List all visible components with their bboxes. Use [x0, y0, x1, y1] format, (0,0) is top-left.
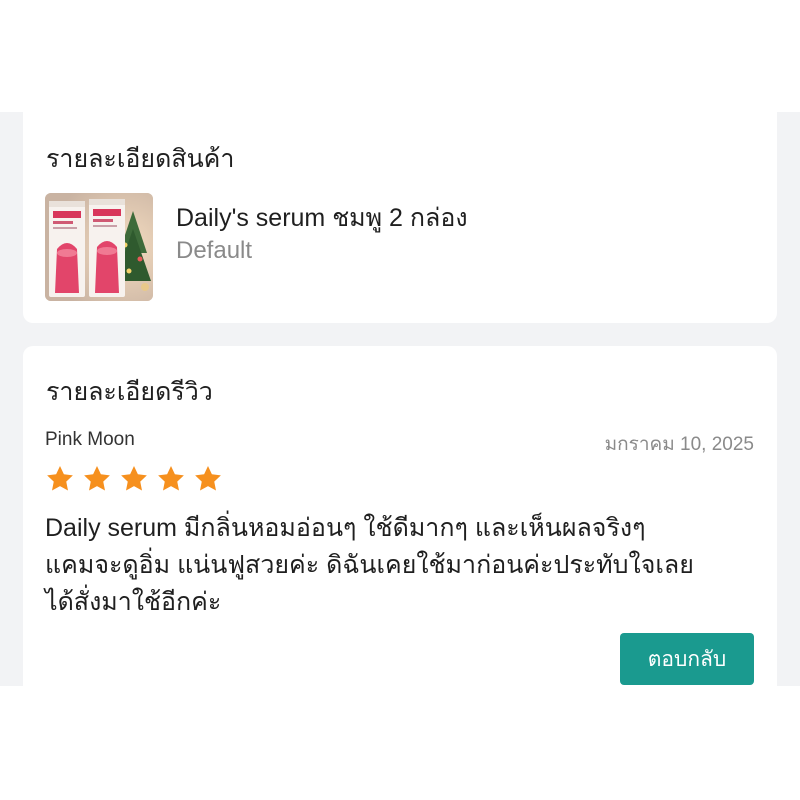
review-text: Daily serum มีกลิ่นหอมอ่อนๆ ใช้ดีมากๆ แล… [45, 510, 757, 621]
star-icon [158, 466, 184, 491]
review-section-title: รายละเอียดรีวิว [46, 378, 213, 406]
product-name[interactable]: Daily's serum ชมพู 2 กล่อง [176, 198, 468, 238]
review-text-line: แคมจะดูอิ่ม แน่นฟูสวยค่ะ ดิฉันเคยใช้มาก่… [45, 551, 694, 579]
review-text-line: ได้สั่งมาใช้อีกค่ะ [45, 588, 222, 616]
reviewer-name: Pink Moon [45, 429, 135, 450]
star-icon [195, 466, 221, 491]
star-icon [47, 466, 73, 491]
star-icon [84, 466, 110, 491]
product-section-title: รายละเอียดสินค้า [46, 145, 235, 173]
review-details-card: รายละเอียดรีวิว Pink Moon มกราคม 10, 202… [23, 346, 777, 686]
product-image-icon [45, 193, 153, 301]
product-details-card: รายละเอียดสินค้า Daily's serum ชมพู 2 กล… [23, 112, 777, 323]
star-rating [45, 464, 223, 498]
product-variant: Default [176, 237, 253, 264]
review-date: มกราคม 10, 2025 [604, 434, 754, 455]
reply-button[interactable]: ตอบกลับ [620, 633, 754, 685]
star-icon [121, 466, 147, 491]
product-thumbnail[interactable] [45, 193, 153, 301]
review-text-line: Daily serum มีกลิ่นหอมอ่อนๆ ใช้ดีมากๆ แล… [45, 514, 646, 542]
